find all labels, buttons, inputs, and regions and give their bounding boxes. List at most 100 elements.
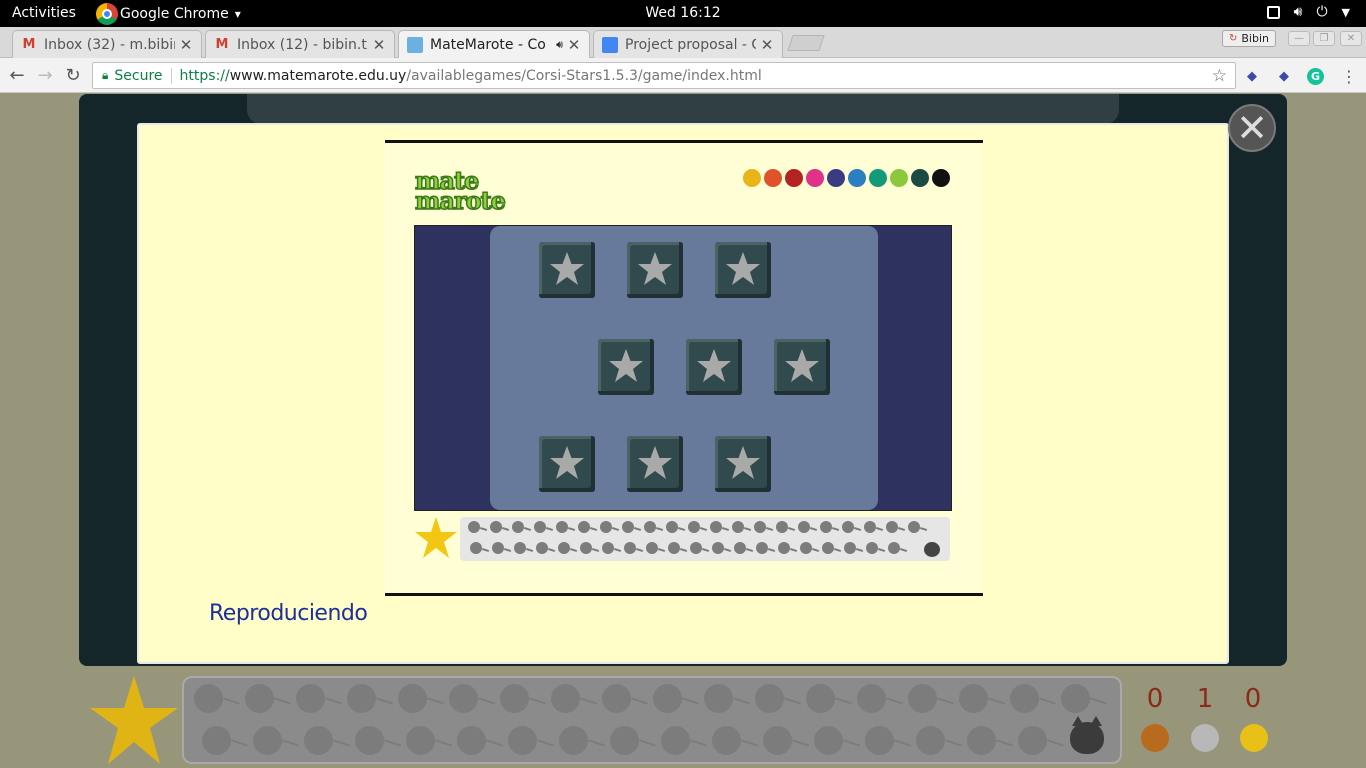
address-bar[interactable]: 🔒︎ Secure https://www.matemarote.edu.uy /…	[92, 62, 1236, 89]
back-icon[interactable]: ←	[6, 64, 28, 86]
close-tab-icon[interactable]: ✕	[179, 36, 193, 54]
yarn-ball-icon	[457, 726, 486, 755]
yarn-ball-icon	[551, 684, 580, 713]
bookmark-star-icon[interactable]: ☆	[1212, 66, 1227, 86]
yarn-ball-icon	[508, 726, 537, 755]
yarn-ball-icon	[886, 521, 898, 533]
profile-icon: ↻	[1229, 33, 1238, 44]
maximize-button[interactable]: ❐	[1313, 31, 1335, 46]
yarn-ball-icon	[967, 726, 996, 755]
close-icon[interactable]: ✕	[1228, 104, 1276, 152]
yarn-ball-icon	[500, 684, 529, 713]
window-icon	[1266, 5, 1280, 19]
close-tab-icon[interactable]: ✕	[372, 36, 386, 54]
tab-title: Inbox (12) - bibin.th	[237, 36, 368, 53]
gold-medal-icon	[1240, 724, 1268, 752]
tab-matemarote[interactable]: MateMarote - Co 🔊︎ ✕	[398, 30, 590, 59]
toolbar: ← → ↻ 🔒︎ Secure https://www.matemarote.e…	[0, 58, 1366, 93]
tab-inbox-2[interactable]: M Inbox (12) - bibin.th ✕	[205, 30, 395, 58]
yarn-ball-icon	[1018, 726, 1047, 755]
page-content: mate marote Reproduciendo ✕ 0 1 0	[0, 94, 1366, 768]
grammarly-icon[interactable]: G	[1307, 68, 1324, 85]
color-dot[interactable]	[848, 169, 866, 187]
progress-bar-small	[414, 515, 952, 563]
app-name: Google Chrome	[120, 5, 229, 22]
system-menu[interactable]: 🔊︎ ⏻ ▼	[1266, 4, 1350, 20]
volume-icon: 🔊︎	[1293, 4, 1303, 20]
reload-icon[interactable]: ↻	[62, 64, 84, 86]
yarn-ball-icon	[646, 542, 658, 554]
yarn-ball-icon	[712, 726, 741, 755]
yarn-ball-icon	[908, 521, 920, 533]
secure-label: Secure	[114, 67, 163, 84]
yarn-ball-icon	[406, 726, 435, 755]
instruction-video[interactable]: mate marote	[385, 140, 983, 596]
star-box[interactable]	[539, 242, 595, 298]
tab-strip: M Inbox (32) - m.bibin ✕ M Inbox (12) - …	[0, 27, 1366, 59]
color-dot[interactable]	[932, 169, 950, 187]
star-box[interactable]	[627, 436, 683, 492]
yarn-ball-icon	[355, 726, 384, 755]
yarn-ball-icon	[756, 542, 768, 554]
color-dot[interactable]	[890, 169, 908, 187]
star-box[interactable]	[627, 242, 683, 298]
yarn-ball-icon	[602, 542, 614, 554]
top-panel	[247, 94, 1119, 124]
profile-button[interactable]: ↻ Bibin	[1222, 30, 1277, 47]
star-box[interactable]	[539, 436, 595, 492]
profile-name: Bibin	[1241, 32, 1270, 45]
tab-project-proposal[interactable]: Project proposal - G ✕	[593, 30, 783, 58]
color-dot[interactable]	[827, 169, 845, 187]
status-text: Reproduciendo	[209, 601, 368, 626]
star-box[interactable]	[598, 339, 654, 395]
url-scheme: https://	[179, 67, 230, 84]
yarn-ball-icon	[202, 726, 231, 755]
instruction-modal: mate marote Reproduciendo	[137, 123, 1229, 664]
yarn-ball-icon	[622, 521, 634, 533]
url-path: /availablegames/Corsi-Stars1.5.3/game/in…	[406, 67, 762, 84]
color-dot[interactable]	[869, 169, 887, 187]
bronze-medal-icon	[1141, 724, 1169, 752]
yarn-ball-icon	[490, 521, 502, 533]
score-silver: 1	[1196, 684, 1214, 714]
close-tab-icon[interactable]: ✕	[760, 36, 774, 54]
yarn-ball-icon	[580, 542, 592, 554]
extension-mask-icon[interactable]: ◆	[1275, 68, 1293, 84]
yarn-ball-icon	[468, 521, 480, 533]
color-dot[interactable]	[806, 169, 824, 187]
yarn-ball-icon	[732, 521, 744, 533]
color-dot[interactable]	[785, 169, 803, 187]
extension-mask-icon[interactable]: ◆	[1243, 68, 1261, 84]
close-window-button[interactable]: ✕	[1340, 31, 1362, 46]
activities-button[interactable]: Activities	[12, 5, 76, 21]
gmail-icon: M	[22, 37, 36, 52]
star-icon	[415, 517, 457, 558]
star-box[interactable]	[686, 339, 742, 395]
audio-playing-icon[interactable]: 🔊︎	[556, 38, 563, 52]
yarn-ball-icon	[347, 684, 376, 713]
color-dot[interactable]	[911, 169, 929, 187]
menu-icon[interactable]: ⋮	[1340, 67, 1358, 86]
star-box[interactable]	[715, 436, 771, 492]
star-box[interactable]	[774, 339, 830, 395]
star-box[interactable]	[715, 242, 771, 298]
yarn-ball-icon	[600, 521, 612, 533]
matemarote-icon	[407, 37, 423, 53]
yarn-ball-icon	[559, 726, 588, 755]
tab-inbox-1[interactable]: M Inbox (32) - m.bibin ✕	[12, 30, 202, 58]
new-tab-button[interactable]	[787, 35, 825, 51]
yarn-ball-icon	[492, 542, 504, 554]
color-dot[interactable]	[764, 169, 782, 187]
yarn-ball-icon	[857, 684, 886, 713]
yarn-ball-icon	[304, 726, 333, 755]
yarn-ball-icon	[916, 726, 945, 755]
forward-icon[interactable]: →	[34, 64, 56, 86]
chevron-down-icon: ▾	[234, 6, 241, 21]
close-tab-icon[interactable]: ✕	[567, 36, 581, 54]
color-dot[interactable]	[743, 169, 761, 187]
minimize-button[interactable]: —	[1288, 31, 1310, 46]
yarn-ball-icon	[908, 684, 937, 713]
app-menu[interactable]: Google Chrome ▾	[96, 0, 241, 27]
yarn-ball-icon	[820, 521, 832, 533]
yarn-ball-icon	[644, 521, 656, 533]
